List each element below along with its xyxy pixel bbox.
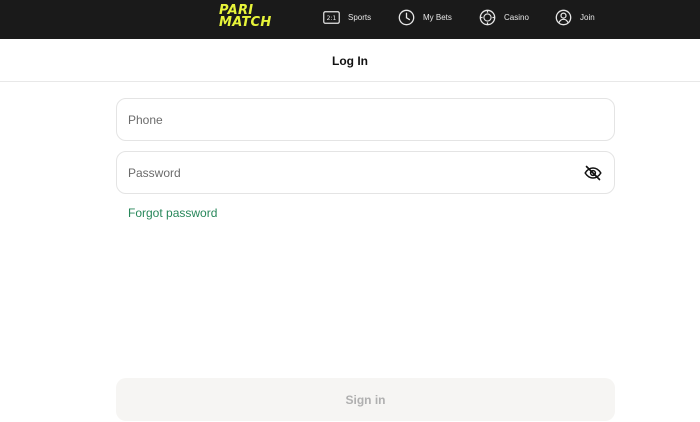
top-navigation-bar: PARI MATCH 2:1 Sports My Bets Casino Joi… — [0, 0, 700, 39]
nav-my-bets-label: My Bets — [423, 12, 452, 22]
casino-chip-icon — [479, 9, 496, 26]
nav-casino[interactable]: Casino — [479, 8, 529, 26]
page-header: Log In — [0, 39, 700, 82]
svg-text:2:1: 2:1 — [327, 15, 337, 22]
password-field[interactable] — [116, 151, 615, 194]
nav-my-bets[interactable]: My Bets — [398, 8, 452, 26]
forgot-password-link[interactable]: Forgot password — [128, 206, 217, 220]
password-input[interactable] — [128, 152, 568, 193]
nav-join-label: Join — [580, 12, 595, 22]
eye-off-icon[interactable] — [584, 165, 602, 181]
sign-in-button[interactable]: Sign in — [116, 378, 615, 421]
nav-casino-label: Casino — [504, 12, 529, 22]
page-title: Log In — [332, 54, 368, 68]
scoreboard-icon: 2:1 — [323, 10, 340, 24]
nav-sports[interactable]: 2:1 Sports — [323, 8, 371, 26]
logo-text-bottom: MATCH — [219, 15, 272, 30]
nav-sports-label: Sports — [348, 12, 372, 22]
clock-icon — [398, 9, 415, 26]
parimatch-logo[interactable]: PARI MATCH — [219, 4, 289, 31]
phone-input[interactable] — [128, 99, 568, 140]
phone-field[interactable] — [116, 98, 615, 141]
user-icon — [555, 9, 572, 26]
nav-join[interactable]: Join — [555, 8, 595, 26]
